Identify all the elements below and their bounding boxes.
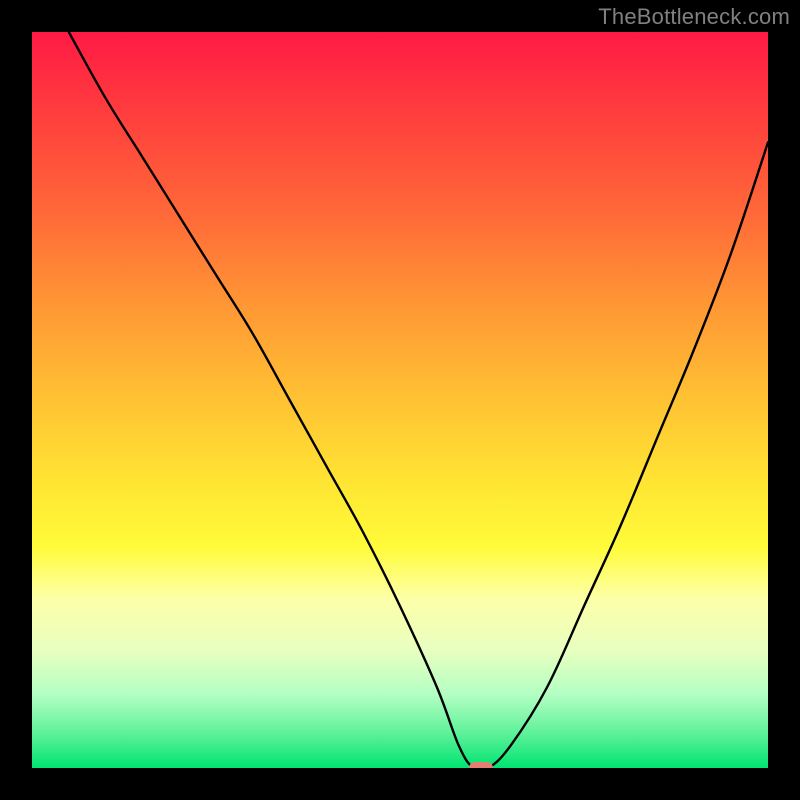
curve-svg bbox=[32, 32, 768, 768]
chart-frame: TheBottleneck.com bbox=[0, 0, 800, 800]
plot-area bbox=[32, 32, 768, 768]
watermark-text: TheBottleneck.com bbox=[598, 4, 790, 30]
bottleneck-marker bbox=[469, 762, 493, 768]
bottleneck-curve-path bbox=[69, 32, 768, 768]
